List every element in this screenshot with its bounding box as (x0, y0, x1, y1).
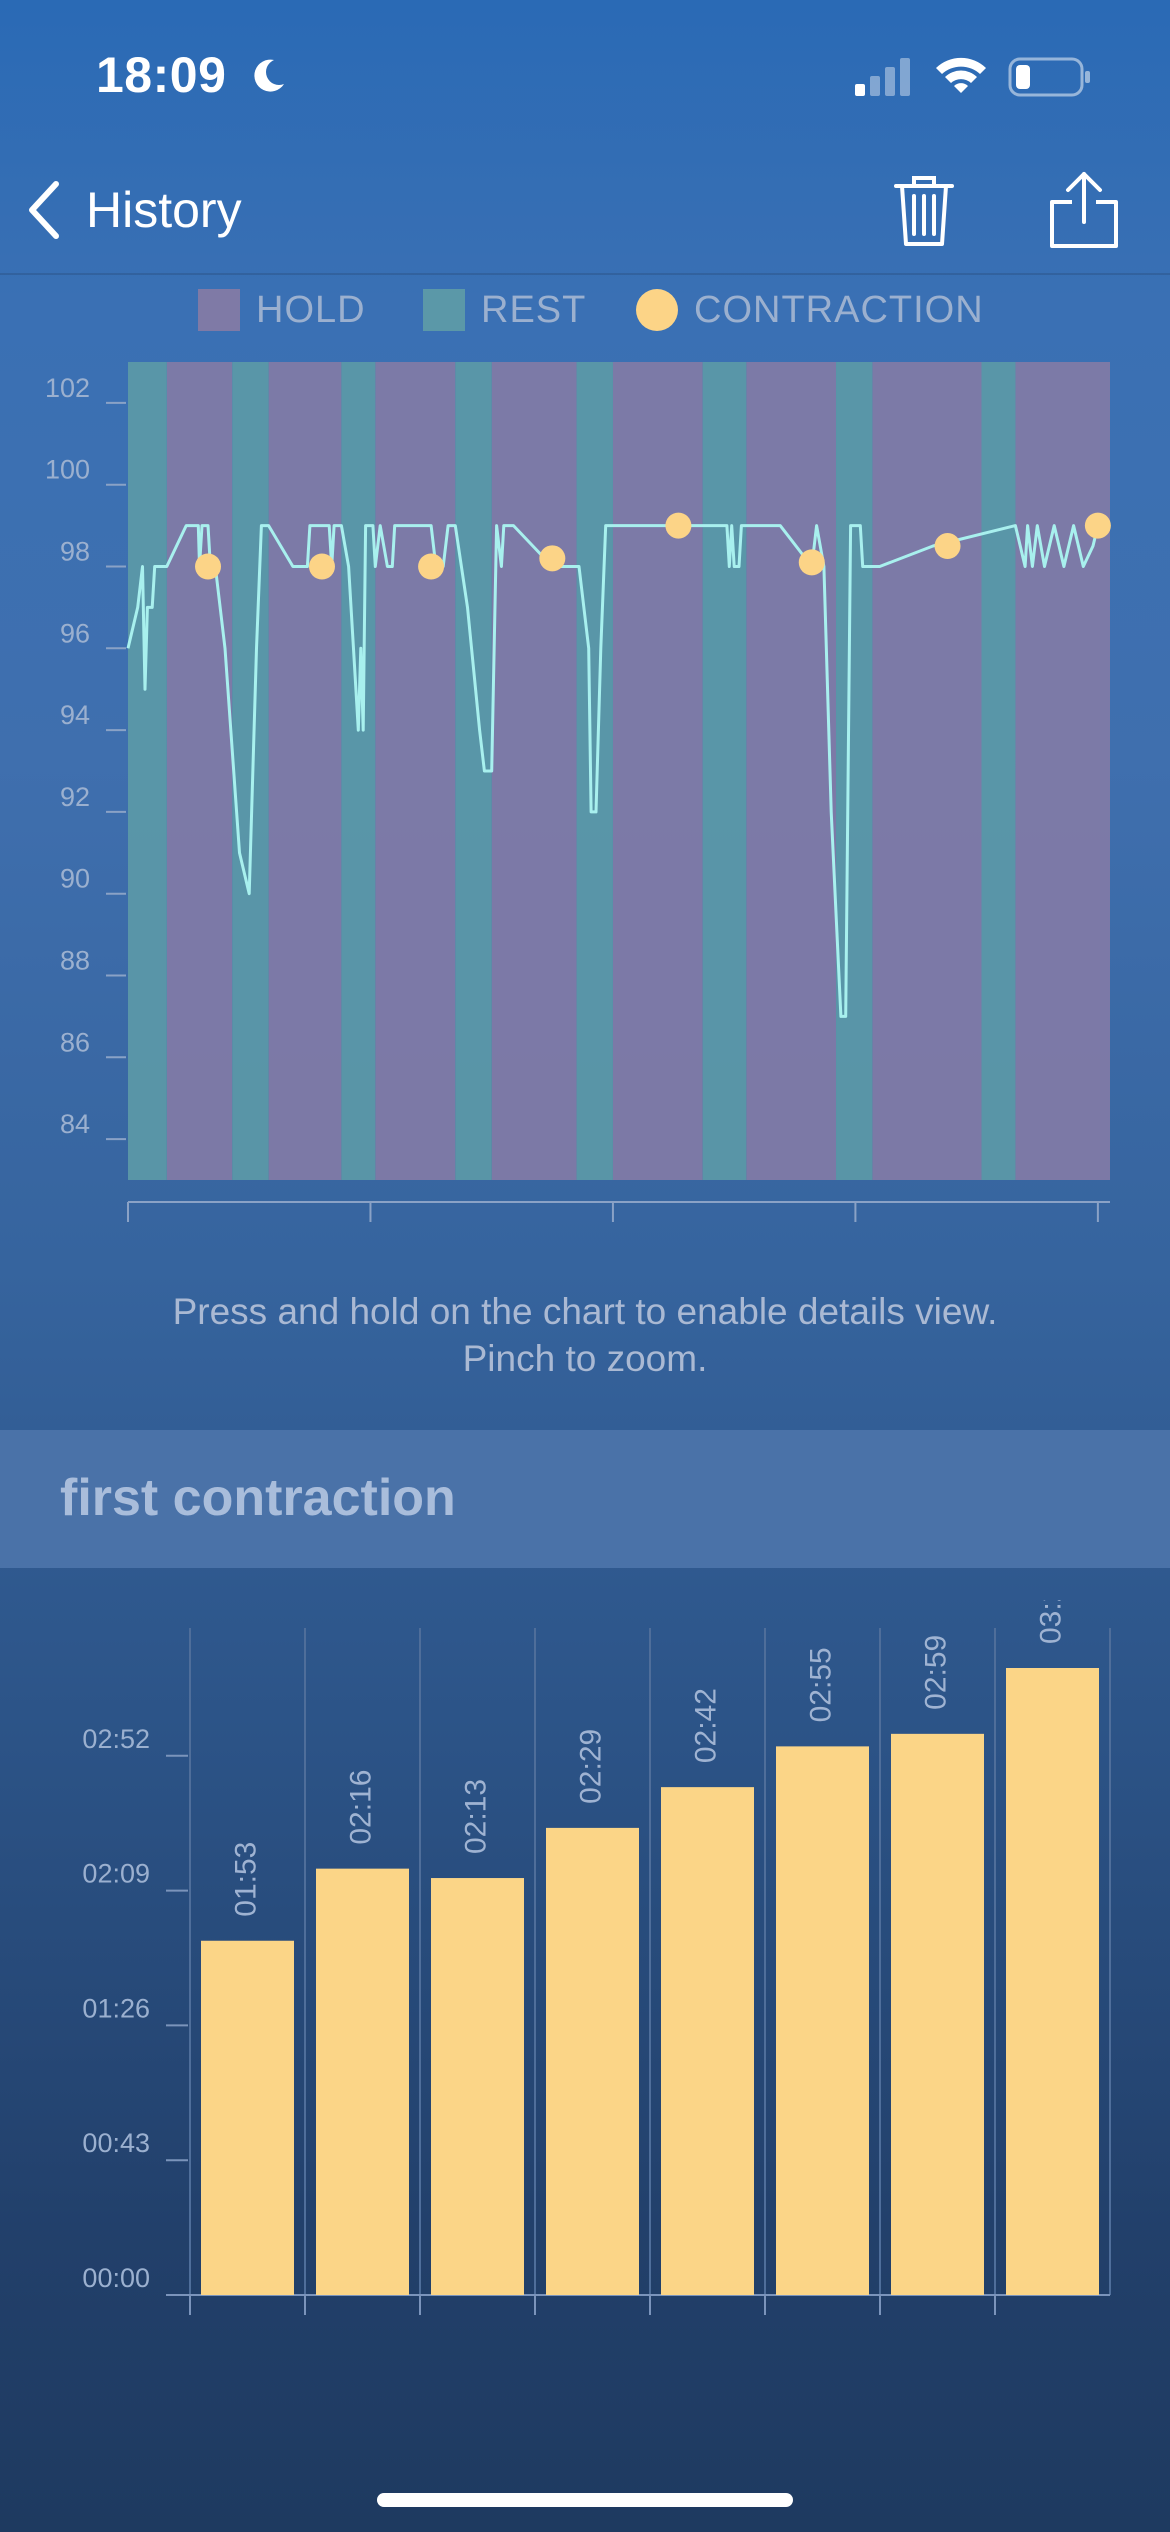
rest-band (232, 362, 269, 1180)
back-button[interactable]: History (24, 180, 242, 240)
spo2-history-chart[interactable]: 102100989694929088868400:0010:0020:0030:… (0, 340, 1170, 1240)
contraction-point (539, 545, 566, 572)
bar-value-label: 02:59 (919, 1635, 952, 1710)
bar (201, 1940, 294, 2295)
bar-value-label: 01:53 (229, 1842, 262, 1917)
bar (546, 1827, 639, 2295)
nav-divider (0, 273, 1170, 275)
y-tick-label: 84 (60, 1109, 90, 1139)
bar-value-label: 02:13 (459, 1779, 492, 1854)
bar (431, 1878, 524, 2295)
legend-swatch-hold (198, 289, 240, 331)
home-indicator (377, 2493, 793, 2507)
y-tick-label: 00:00 (82, 2263, 150, 2293)
rest-band (128, 362, 167, 1180)
legend-label-hold: HOLD (256, 288, 366, 331)
hold-band (872, 362, 982, 1180)
y-tick-label: 102 (45, 373, 90, 403)
legend-item-contraction: CONTRACTION (636, 285, 984, 335)
hold-band (375, 362, 456, 1180)
page-title: History (86, 182, 242, 238)
hold-band (491, 362, 577, 1180)
y-tick-label: 92 (60, 782, 90, 812)
status-bar: 18:09 (0, 0, 1170, 150)
hold-band (612, 362, 703, 1180)
contraction-point (934, 533, 961, 560)
battery-icon (1008, 57, 1090, 97)
y-tick-label: 94 (60, 700, 90, 730)
bar-value-label: 02:16 (344, 1770, 377, 1845)
legend-item-rest: REST (423, 285, 586, 335)
hold-band (166, 362, 233, 1180)
rest-band (981, 362, 1016, 1180)
y-tick-label: 100 (45, 455, 90, 485)
y-tick-label: 88 (60, 946, 90, 976)
bar (316, 1868, 409, 2295)
contraction-point (195, 553, 222, 580)
bar-value-label: 03:2 (1034, 1600, 1067, 1644)
hold-band (746, 362, 837, 1180)
bar (776, 1746, 869, 2295)
legend-swatch-rest (423, 289, 465, 331)
y-tick-label: 96 (60, 618, 90, 648)
bar-value-label: 02:29 (574, 1729, 607, 1804)
y-tick-label: 90 (60, 864, 90, 894)
moon-icon (254, 59, 284, 92)
chart-legend: HOLD REST CONTRACTION (0, 285, 1170, 335)
legend-item-hold: HOLD (198, 285, 366, 335)
bar-value-label: 02:55 (804, 1647, 837, 1722)
cellular-signal-icon (855, 58, 910, 96)
trash-icon[interactable] (890, 170, 958, 250)
contraction-point (798, 549, 825, 576)
rest-band (341, 362, 376, 1180)
rest-band (702, 362, 747, 1180)
contraction-point (308, 553, 335, 580)
nav-bar: History (0, 150, 1170, 275)
section-title: first contraction (60, 1469, 456, 1527)
bar (1006, 1668, 1099, 2295)
status-time: 18:09 (96, 47, 227, 103)
legend-label-contraction: CONTRACTION (694, 288, 984, 331)
contraction-point (1084, 512, 1111, 539)
rest-band (576, 362, 613, 1180)
y-tick-label: 00:43 (82, 2128, 150, 2158)
hold-band (1015, 362, 1110, 1180)
contraction-point (418, 553, 445, 580)
legend-swatch-contraction (636, 289, 678, 331)
y-tick-label: 02:09 (82, 1859, 150, 1889)
y-tick-label: 02:52 (82, 1724, 150, 1754)
legend-label-rest: REST (481, 288, 587, 331)
hold-band (268, 362, 342, 1180)
section-header: first contraction (0, 1430, 1170, 1568)
contraction-bar-chart: 02:5202:0901:2600:4300:0001:53102:16202:… (82, 1600, 1111, 2315)
y-tick-label: 98 (60, 537, 90, 567)
wifi-icon (936, 57, 986, 93)
bar-value-label: 02:42 (689, 1688, 722, 1763)
rest-band (836, 362, 873, 1180)
share-icon[interactable] (1044, 168, 1124, 252)
y-tick-label: 01:26 (82, 1993, 150, 2023)
contraction-point (665, 512, 692, 539)
chart-hint-line1: Press and hold on the chart to enable de… (172, 1291, 998, 1332)
y-tick-label: 86 (60, 1027, 90, 1057)
chart-hint-line2: Pinch to zoom. (462, 1338, 708, 1379)
bar (891, 1733, 984, 2295)
bar (661, 1787, 754, 2295)
chart-hint: Press and hold on the chart to enable de… (0, 1288, 1170, 1382)
chevron-left-icon (29, 181, 59, 239)
